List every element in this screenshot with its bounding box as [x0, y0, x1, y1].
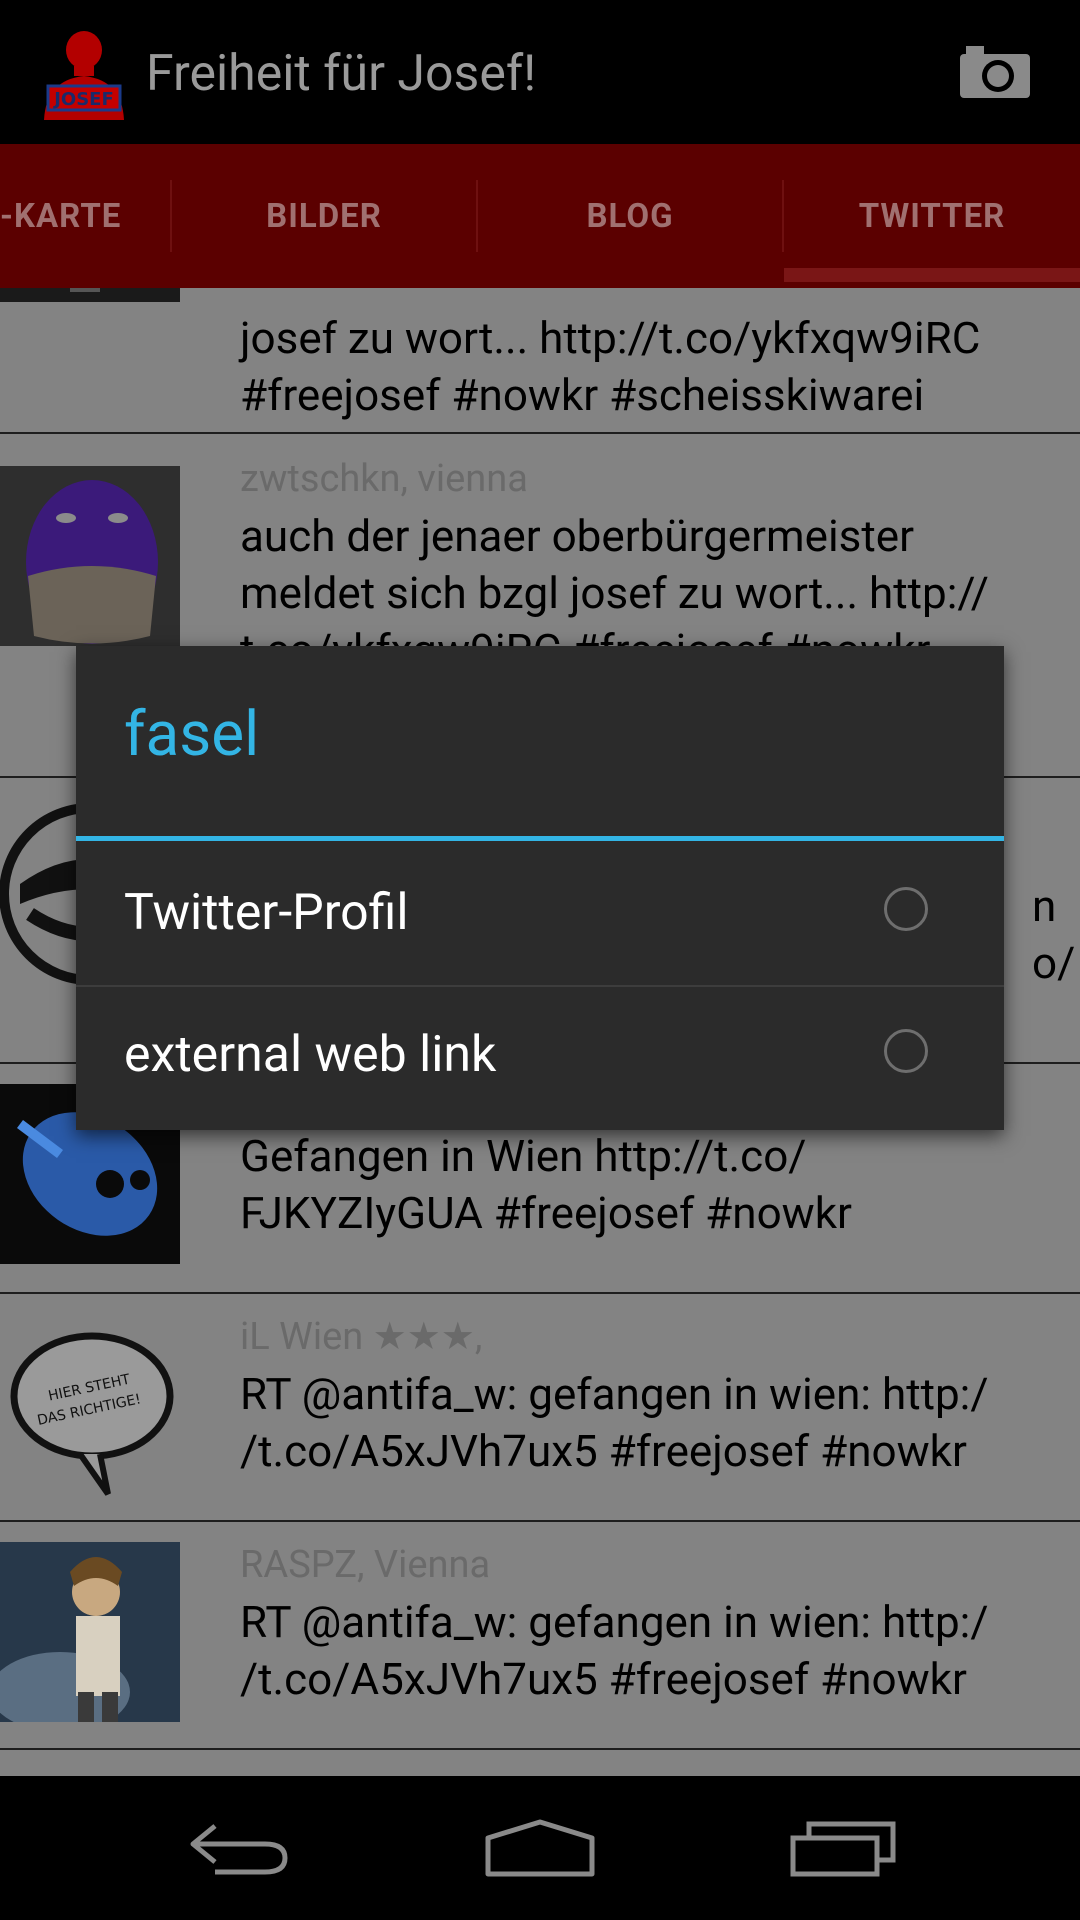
radio-button[interactable] — [884, 887, 928, 931]
list-item[interactable]: HIER STEHT DAS RICHTIGE! iL Wien ★★★, RT… — [0, 1294, 1080, 1522]
avatar — [0, 466, 180, 646]
list-item[interactable]: josef zu wort... http://t.co/ykfxqw9iRC … — [0, 288, 1080, 434]
recents-icon[interactable] — [744, 1776, 944, 1920]
radio-button[interactable] — [884, 1029, 928, 1073]
dialog-title: fasel — [124, 698, 260, 771]
svg-text:JOSEF: JOSEF — [52, 89, 114, 110]
tab-label: TWITTER — [858, 196, 1006, 236]
tab-twitter[interactable]: TWITTER — [784, 144, 1080, 288]
tab-bar: -KARTE BILDER BLOG TWITTER — [0, 144, 1080, 288]
app-title: Freiheit für Josef! — [146, 45, 537, 103]
avatar — [0, 1542, 180, 1722]
option-label: Twitter-Profil — [124, 884, 409, 942]
tweet-text: RT @antifa_w: gefangen in wien: http:/ /… — [240, 1596, 989, 1705]
tweet-user: RASPZ, Vienna — [240, 1543, 491, 1587]
tab-blog[interactable]: BLOG — [478, 144, 782, 288]
tweet-text: josef zu wort... http://t.co/ykfxqw9iRC … — [240, 312, 981, 421]
list-divider — [0, 1748, 1080, 1750]
navigation-bar — [0, 1776, 1080, 1920]
option-label: external web link — [124, 1026, 497, 1084]
selection-dialog: fasel Twitter-Profil external web link — [76, 646, 1004, 1130]
option-external-web-link[interactable]: external web link — [76, 987, 1004, 1131]
avatar — [0, 288, 180, 302]
josef-logo-icon: JOSEF — [44, 31, 124, 120]
screen: JOSEF Freiheit für Josef! -KARTE BILDER … — [0, 0, 1080, 1920]
tweet-user: iL Wien ★★★, — [240, 1315, 483, 1359]
camera-icon[interactable] — [958, 44, 1032, 100]
avatar: HIER STEHT DAS RICHTIGE! — [0, 1318, 180, 1498]
tab-label: -KARTE — [0, 196, 122, 236]
tab-label: BLOG — [586, 196, 674, 236]
list-item[interactable]: RASPZ, Vienna RT @antifa_w: gefangen in … — [0, 1522, 1080, 1750]
option-twitter-profil[interactable]: Twitter-Profil — [76, 841, 1004, 985]
home-icon[interactable] — [440, 1776, 640, 1920]
tab-label: BILDER — [266, 196, 382, 236]
back-icon[interactable] — [140, 1776, 340, 1920]
tab-karte[interactable]: -KARTE — [0, 144, 170, 288]
tweet-user: zwtschkn, vienna — [240, 457, 528, 501]
tweet-text: n o/ — [1032, 880, 1076, 989]
app-icon[interactable]: JOSEF — [34, 30, 134, 122]
tweet-text: Gefangen in Wien http://t.co/ FJKYZIyGUA… — [240, 1130, 852, 1239]
action-bar: JOSEF Freiheit für Josef! — [0, 0, 1080, 144]
tab-selected-indicator — [784, 268, 1080, 282]
tweet-text: RT @antifa_w: gefangen in wien: http:/ /… — [240, 1368, 989, 1477]
tab-bilder[interactable]: BILDER — [172, 144, 476, 288]
